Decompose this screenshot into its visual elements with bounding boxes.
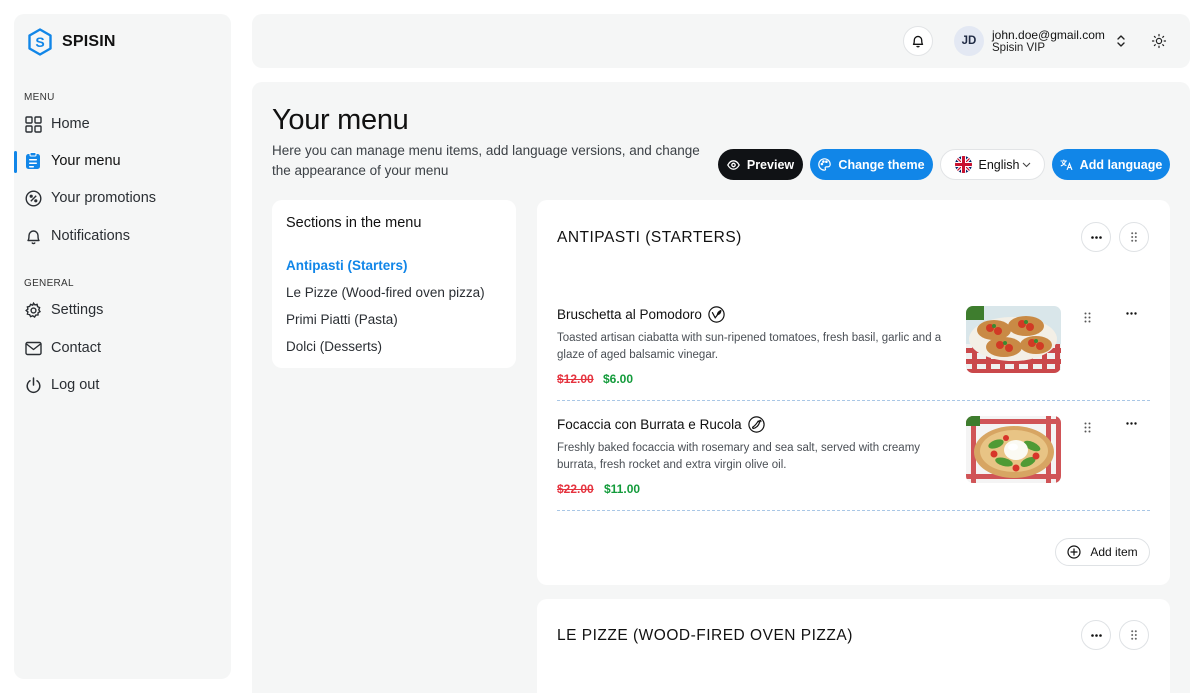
change-theme-button[interactable]: Change theme — [810, 149, 933, 180]
section-link-dolci[interactable]: Dolci (Desserts) — [286, 339, 382, 354]
sidebar-item-label: Notifications — [51, 228, 130, 244]
gear-icon — [24, 301, 42, 319]
sidebar-item-notifications[interactable]: Notifications — [24, 221, 221, 251]
bell-icon — [911, 34, 925, 48]
palette-icon — [818, 158, 832, 171]
bell-icon — [24, 227, 42, 245]
menu-group-label: MENU — [24, 92, 55, 103]
topbar: JD john.doe@gmail.com Spisin VIP — [252, 14, 1190, 68]
sections-title: Sections in the menu — [286, 215, 422, 231]
item-name: Focaccia con Burrata e Rucola — [557, 417, 742, 432]
preview-button[interactable]: Preview — [718, 149, 803, 180]
add-item-label: Add item — [1090, 545, 1138, 559]
item-new-price: $11.00 — [604, 482, 641, 496]
category-more-button[interactable] — [1081, 620, 1111, 650]
sidebar-item-label: Log out — [51, 377, 100, 393]
preview-label: Preview — [746, 157, 795, 172]
add-language-button[interactable]: Add language — [1052, 149, 1170, 180]
sidebar: S SPISIN MENU Home Your menu Your promot… — [14, 14, 231, 679]
percent-icon — [24, 189, 42, 207]
item-name: Bruschetta al Pomodoro — [557, 307, 702, 322]
translate-icon — [1060, 159, 1073, 170]
notifications-button[interactable] — [903, 26, 933, 56]
item-new-price: $6.00 — [603, 372, 634, 386]
home-grid-icon — [24, 115, 42, 133]
menu-clipboard-icon — [24, 152, 42, 170]
menu-item-row[interactable]: Bruschetta al Pomodoro Toasted artisan c… — [557, 306, 1150, 386]
item-divider — [557, 400, 1150, 401]
item-description: Toasted artisan ciabatta with sun-ripene… — [557, 332, 942, 361]
eye-icon — [726, 159, 740, 170]
drag-grip-icon — [1131, 630, 1137, 640]
category-drag-handle[interactable] — [1119, 222, 1149, 252]
sidebar-item-label: Settings — [51, 302, 104, 318]
active-indicator — [14, 151, 17, 173]
item-name-row: Bruschetta al Pomodoro — [557, 306, 725, 323]
sidebar-item-log-out[interactable]: Log out — [24, 370, 221, 400]
user-email[interactable]: john.doe@gmail.com — [992, 28, 1105, 42]
more-horizontal-icon[interactable] — [1126, 422, 1140, 434]
category-more-button[interactable] — [1081, 222, 1111, 252]
brand[interactable]: S SPISIN — [27, 28, 116, 56]
sidebar-item-home[interactable]: Home — [24, 109, 221, 139]
menu-item-row[interactable]: Focaccia con Burrata e Rucola Freshly ba… — [557, 416, 1150, 496]
drag-grip-icon[interactable] — [1084, 422, 1096, 434]
section-link-antipasti[interactable]: Antipasti (Starters) — [286, 258, 408, 273]
spicy-pepper-icon — [747, 416, 765, 433]
category-drag-handle[interactable] — [1119, 620, 1149, 650]
sidebar-item-label: Contact — [51, 340, 101, 356]
sidebar-item-label: Home — [51, 116, 90, 132]
section-link-pizze[interactable]: Le Pizze (Wood-fired oven pizza) — [286, 285, 485, 300]
sidebar-item-label: Your menu — [51, 153, 121, 169]
category-title: ANTIPASTI (STARTERS) — [557, 229, 742, 246]
vegan-leaf-icon — [708, 306, 725, 323]
item-divider — [557, 510, 1150, 511]
avatar[interactable]: JD — [954, 26, 984, 56]
add-language-label: Add language — [1079, 157, 1163, 172]
general-group-label: GENERAL — [24, 278, 74, 289]
item-photo-bruschetta[interactable] — [966, 306, 1061, 373]
language-label: English — [978, 157, 1020, 172]
item-old-price: $12.00 — [557, 372, 594, 386]
change-theme-label: Change theme — [838, 157, 925, 172]
sections-card: Sections in the menu Antipasti (Starters… — [272, 200, 516, 368]
sidebar-item-contact[interactable]: Contact — [24, 333, 221, 363]
spisin-logo-icon: S — [27, 28, 53, 56]
item-description: Freshly baked focaccia with rosemary and… — [557, 442, 921, 471]
page-description: Here you can manage menu items, add lang… — [272, 143, 700, 178]
category-card-pizze: LE PIZZE (WOOD-FIRED OVEN PIZZA) — [537, 599, 1170, 693]
language-select[interactable]: English — [940, 149, 1045, 180]
user-plan: Spisin VIP — [992, 42, 1046, 54]
sidebar-item-settings[interactable]: Settings — [24, 295, 221, 325]
add-item-button[interactable]: Add item — [1055, 538, 1150, 566]
section-link-primi[interactable]: Primi Piatti (Pasta) — [286, 312, 398, 327]
sidebar-item-your-promotions[interactable]: Your promotions — [24, 183, 221, 213]
more-horizontal-icon — [1090, 235, 1102, 239]
chevron-up-down-icon[interactable] — [1114, 33, 1128, 49]
category-title: LE PIZZE (WOOD-FIRED OVEN PIZZA) — [557, 627, 853, 644]
brand-name: SPISIN — [62, 33, 116, 50]
sidebar-item-your-menu[interactable]: Your menu — [24, 146, 221, 176]
item-old-price: $22.00 — [557, 482, 594, 496]
mail-icon — [24, 339, 42, 357]
main-panel: Your menu Here you can manage menu items… — [252, 82, 1190, 693]
more-horizontal-icon[interactable] — [1126, 312, 1140, 324]
item-name-row: Focaccia con Burrata e Rucola — [557, 416, 765, 433]
drag-grip-icon — [1131, 232, 1137, 242]
power-icon — [24, 376, 42, 394]
chevron-down-icon — [1022, 162, 1031, 168]
uk-flag-icon — [954, 156, 972, 173]
page-title: Your menu — [272, 104, 409, 136]
sidebar-item-label: Your promotions — [51, 190, 157, 206]
sun-icon[interactable] — [1151, 33, 1167, 49]
category-card-antipasti: ANTIPASTI (STARTERS) Bruschetta al Pomod… — [537, 200, 1170, 585]
drag-grip-icon[interactable] — [1084, 312, 1096, 324]
item-photo-focaccia[interactable] — [966, 416, 1061, 483]
svg-text:S: S — [35, 34, 44, 50]
plus-circle-icon — [1067, 545, 1081, 559]
more-horizontal-icon — [1090, 633, 1102, 637]
